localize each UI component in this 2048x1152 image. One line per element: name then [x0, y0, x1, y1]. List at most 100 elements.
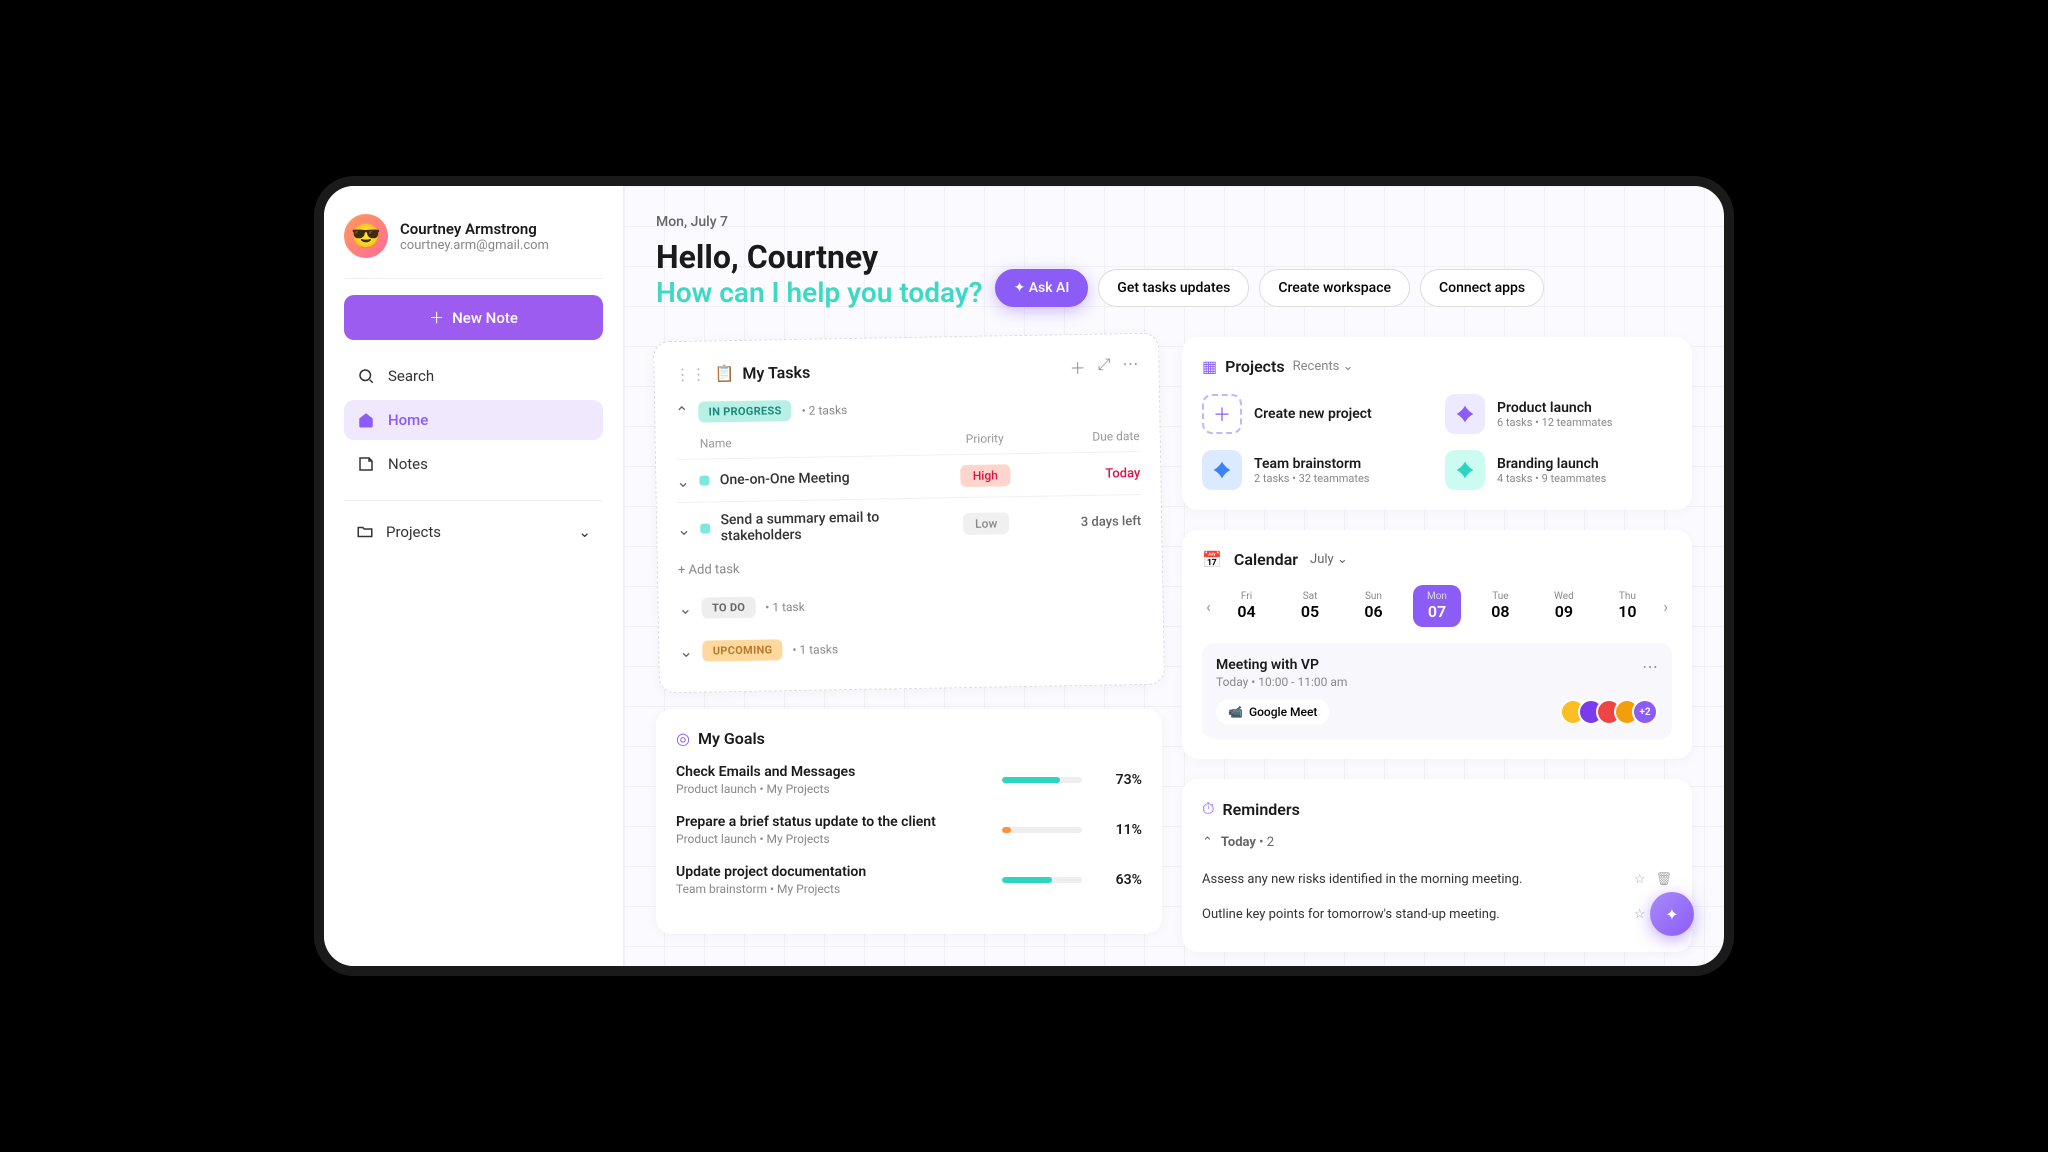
projects-filter[interactable]: Recents ⌄ [1293, 359, 1354, 374]
tasks-updates-chip[interactable]: Get tasks updates [1098, 269, 1249, 307]
progress-bar [1002, 777, 1082, 783]
progress-bar [1002, 827, 1082, 833]
calendar-day[interactable]: Fri04 [1223, 585, 1271, 627]
subtitle: How can I help you today? [656, 276, 983, 309]
greeting: Hello, Courtney [656, 238, 983, 276]
card-title: Reminders [1222, 800, 1672, 819]
sidebar-item-projects[interactable]: Projects ⌄ [344, 513, 603, 551]
create-workspace-chip[interactable]: Create workspace [1259, 269, 1410, 307]
sidebar-item-home[interactable]: Home [344, 400, 603, 440]
calendar-day[interactable]: Wed09 [1540, 585, 1588, 627]
new-note-button[interactable]: ＋ New Note [344, 295, 603, 340]
priority-badge: Low [963, 512, 1010, 535]
sidebar-label: Home [388, 411, 428, 429]
project-name: Create new project [1254, 406, 1372, 422]
chevron-down-icon[interactable]: ⌄ [676, 471, 690, 490]
sidebar-item-search[interactable]: Search [344, 356, 603, 396]
reminder-text: Outline key points for tomorrow's stand-… [1202, 907, 1500, 922]
goal-name: Check Emails and Messages [676, 764, 986, 780]
task-name: Send a summary email to stakeholders [720, 508, 941, 544]
project-icon [1445, 394, 1485, 434]
note-icon [356, 454, 376, 474]
task-row[interactable]: ⌄ Send a summary email to stakeholders L… [677, 494, 1142, 555]
card-title: My Goals [698, 729, 1142, 748]
day-number: 07 [1423, 602, 1451, 621]
day-number: 10 [1613, 602, 1641, 621]
folder-icon [356, 523, 374, 541]
project-meta: 4 tasks • 9 teammates [1497, 472, 1606, 485]
prev-icon[interactable]: ‹ [1202, 597, 1215, 616]
goal-item[interactable]: Check Emails and Messages Product launch … [676, 764, 1142, 796]
my-goals-card: ◎ My Goals Check Emails and MessagesProd… [656, 709, 1162, 934]
chevron-down-icon: ⌄ [578, 523, 591, 541]
user-profile[interactable]: 😎 Courtney Armstrong courtney.arm@gmail.… [344, 206, 603, 279]
day-number: 09 [1550, 602, 1578, 621]
day-of-week: Mon [1423, 591, 1451, 602]
attendees[interactable]: +2 [1568, 699, 1658, 725]
status-tag: IN PROGRESS [698, 400, 791, 423]
calendar-day[interactable]: Sat05 [1286, 585, 1334, 627]
day-of-week: Tue [1486, 591, 1514, 602]
ai-fab-button[interactable]: ✦ [1650, 892, 1694, 936]
goal-name: Update project documentation [676, 864, 986, 880]
reminder-section: Today • 2 [1221, 835, 1274, 850]
calendar-day[interactable]: Mon07 [1413, 585, 1461, 627]
day-of-week: Sat [1296, 591, 1324, 602]
search-icon [356, 366, 376, 386]
sidebar-label: Search [388, 367, 434, 385]
calendar-day[interactable]: Sun06 [1349, 585, 1397, 627]
divider [344, 500, 603, 501]
col-due: Due date [1030, 429, 1140, 445]
project-icon [1202, 450, 1242, 490]
col-priority: Priority [940, 431, 1030, 447]
current-date: Mon, July 7 [656, 214, 1692, 230]
status-tag: TO DO [702, 597, 756, 619]
status-dot [700, 475, 710, 485]
pin-icon[interactable]: ☆ [1634, 872, 1646, 887]
chevron-down-icon[interactable]: ⌄ [678, 599, 692, 618]
progress-pct: 11% [1098, 822, 1142, 838]
next-icon[interactable]: › [1659, 597, 1672, 616]
goal-item[interactable]: Prepare a brief status update to the cli… [676, 814, 1142, 846]
goal-meta: Product launch • My Projects [676, 782, 986, 796]
event-title: Meeting with VP [1216, 657, 1347, 673]
month-selector[interactable]: July ⌄ [1310, 552, 1348, 567]
avatar-more: +2 [1632, 699, 1658, 725]
reminder-item[interactable]: Assess any new risks identified in the m… [1202, 862, 1672, 897]
app-label: Google Meet [1249, 705, 1317, 719]
goal-meta: Product launch • My Projects [676, 832, 986, 846]
project-item[interactable]: Team brainstorm2 tasks • 32 teammates [1202, 450, 1429, 490]
chevron-down-icon[interactable]: ⌄ [679, 642, 693, 661]
project-item[interactable]: Branding launch4 tasks • 9 teammates [1445, 450, 1672, 490]
expand-icon[interactable]: ⤢ [1097, 354, 1110, 378]
calendar-day[interactable]: Thu10 [1603, 585, 1651, 627]
clipboard-icon: 📋 [714, 364, 734, 383]
project-name: Team brainstorm [1254, 456, 1369, 472]
due-date: 3 days left [1031, 513, 1141, 530]
task-count: • 1 tasks [792, 642, 838, 657]
calendar-event[interactable]: Meeting with VP Today • 10:00 - 11:00 am… [1202, 643, 1672, 739]
task-name: One-on-One Meeting [720, 468, 941, 488]
create-project-button[interactable]: ＋ Create new project [1202, 394, 1429, 434]
collapse-icon[interactable]: ⌃ [675, 403, 689, 422]
status-tag: UPCOMING [703, 639, 783, 661]
collapse-icon[interactable]: ⌃ [1202, 835, 1213, 850]
meeting-link[interactable]: 📹 Google Meet [1216, 699, 1329, 725]
more-icon[interactable]: ⋯ [1122, 354, 1138, 378]
ask-ai-chip[interactable]: ✦ Ask AI [995, 269, 1089, 307]
pin-icon[interactable]: ☆ [1634, 907, 1646, 922]
day-of-week: Wed [1550, 591, 1578, 602]
goal-item[interactable]: Update project documentationTeam brainst… [676, 864, 1142, 896]
sidebar-item-notes[interactable]: Notes [344, 444, 603, 484]
reminder-item[interactable]: Outline key points for tomorrow's stand-… [1202, 897, 1672, 932]
calendar-day[interactable]: Tue08 [1476, 585, 1524, 627]
drag-icon[interactable]: ⋮⋮ [674, 364, 706, 384]
my-tasks-card: ⋮⋮ 📋 My Tasks ＋ ⤢ ⋯ ⌃ IN PROGRESS [653, 333, 1165, 694]
project-item[interactable]: Product launch6 tasks • 12 teammates [1445, 394, 1672, 434]
chevron-down-icon[interactable]: ⌄ [677, 519, 691, 538]
delete-icon[interactable]: 🗑 [1655, 872, 1672, 887]
status-dot [701, 523, 711, 533]
add-icon[interactable]: ＋ [1069, 355, 1085, 379]
more-icon[interactable]: ⋯ [1642, 657, 1658, 676]
connect-apps-chip[interactable]: Connect apps [1420, 269, 1544, 307]
